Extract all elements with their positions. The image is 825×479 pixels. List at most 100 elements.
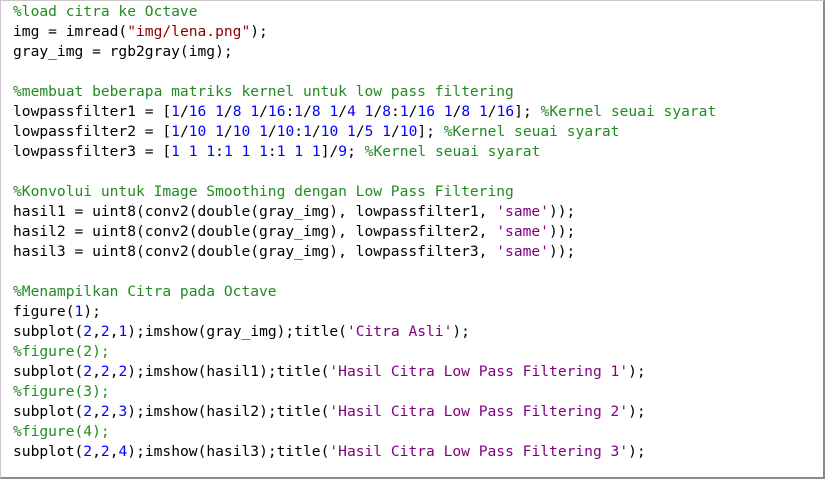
number-literal: 1 [215,123,224,140]
number-literal: 9 [338,143,348,160]
string-literal: 'Hasil Citra Low Pass Filtering 2' [329,403,629,420]
number-literal: 1 [347,123,356,140]
code-line: subplot(2,2,3);imshow(hasil2);title('Has… [13,402,716,422]
code-line: %figure(2); [13,342,716,362]
number-literal: 1 [276,143,286,160]
code-comment: %figure(2); [13,343,110,360]
code-token: );imshow(hasil2);title( [127,403,330,420]
code-line: hasil3 = uint8(conv2(double(gray_img), l… [13,242,716,262]
code-token: , [92,403,101,420]
code-line: lowpassfilter2 = [1/10 1/10 1/10:1/10 1/… [13,122,716,142]
number-literal: 1 [294,143,304,160]
code-token: / [373,103,383,120]
code-token: );imshow(hasil1);title( [127,363,330,380]
number-literal: 16 [267,103,286,120]
number-literal: 4 [118,443,128,460]
code-line: subplot(2,2,4);imshow(hasil3);title('Has… [13,442,716,462]
code-editor[interactable]: %load citra ke Octave img = imread("img/l… [0,0,825,479]
code-token: / [303,103,312,120]
code-token: subplot( [13,323,84,340]
number-literal: 2 [100,403,110,420]
number-literal: 1 [223,143,233,160]
code-line: subplot(2,2,2);imshow(hasil1);title('Has… [13,362,716,382]
code-line: lowpassfilter1 = [1/16 1/8 1/16:1/8 1/4 … [13,102,716,122]
code-token: ); [628,403,646,420]
number-literal: 8 [232,103,242,120]
code-token: ]; [417,123,444,140]
code-token: )); [548,203,576,220]
code-token: img = imread( [13,23,128,40]
code-line: %membuat beberapa matriks kernel untuk l… [13,82,716,102]
string-literal: 'Citra Asli' [346,323,453,340]
code-line: img = imread("img/lena.png"); [13,22,716,42]
number-literal: 10 [188,123,207,140]
code-token: / [223,103,233,120]
code-comment: %Kernel seuai syarat [540,103,717,120]
string-literal: 'Hasil Citra Low Pass Filtering 3' [329,443,629,460]
code-token: figure( [13,303,75,320]
code-line: hasil1 = uint8(conv2(double(gray_img), l… [13,202,716,222]
code-token: ); [83,303,101,320]
number-literal: 2 [83,403,93,420]
code-token: , [92,443,101,460]
code-token: : [215,143,224,160]
number-literal: 1 [188,143,198,160]
code-token: )); [548,223,576,240]
number-literal: 1 [382,123,392,140]
number-literal: 1 [329,103,339,120]
code-token: );imshow(gray_img);title( [127,323,347,340]
code-line: %figure(4); [13,422,716,442]
code-token: subplot( [13,443,84,460]
number-literal: 1 [206,143,216,160]
code-comment: %Kernel seuai syarat [443,123,620,140]
number-literal: 8 [311,103,321,120]
code-token: ); [452,323,470,340]
code-comment: %Konvolui untuk Image Smoothing dengan L… [13,183,514,200]
number-literal: 2 [83,323,93,340]
code-text-area[interactable]: %load citra ke Octave img = imread("img/l… [13,2,716,462]
code-line: figure(1); [13,302,716,322]
code-comment: %Kernel seuai syarat [364,143,541,160]
code-line: %load citra ke Octave [13,2,716,22]
code-token: , [92,363,101,380]
number-literal: 2 [83,363,93,380]
code-token: lowpassfilter1 = [ [13,103,172,120]
code-token: / [311,123,321,140]
code-token: : [267,143,277,160]
code-token: / [338,103,348,120]
code-line: %figure(3); [13,382,716,402]
number-literal: 1 [311,143,321,160]
code-line: lowpassfilter3 = [1 1 1:1 1 1:1 1 1]/9; … [13,142,716,162]
code-token: lowpassfilter3 = [ [13,143,172,160]
string-literal: "img/lena.png" [127,23,251,40]
code-line: %Menampilkan Citra pada Octave [13,282,716,302]
code-token: / [223,123,233,140]
code-token: / [355,123,365,140]
code-line: %Konvolui untuk Image Smoothing dengan L… [13,182,716,202]
number-literal: 16 [417,103,436,120]
number-literal: 10 [399,123,418,140]
number-literal: 4 [347,103,356,120]
code-token: subplot( [13,403,84,420]
code-token: , [92,323,101,340]
code-line: hasil2 = uint8(conv2(double(gray_img), l… [13,222,716,242]
code-token: : [391,103,400,120]
code-token: );imshow(hasil3);title( [127,443,330,460]
number-literal: 2 [83,443,93,460]
code-token: ]/ [320,143,339,160]
number-literal: 8 [461,103,471,120]
number-literal: 2 [100,363,110,380]
code-token: : [285,103,295,120]
number-literal: 1 [215,103,224,120]
string-literal: 'same' [496,203,549,220]
